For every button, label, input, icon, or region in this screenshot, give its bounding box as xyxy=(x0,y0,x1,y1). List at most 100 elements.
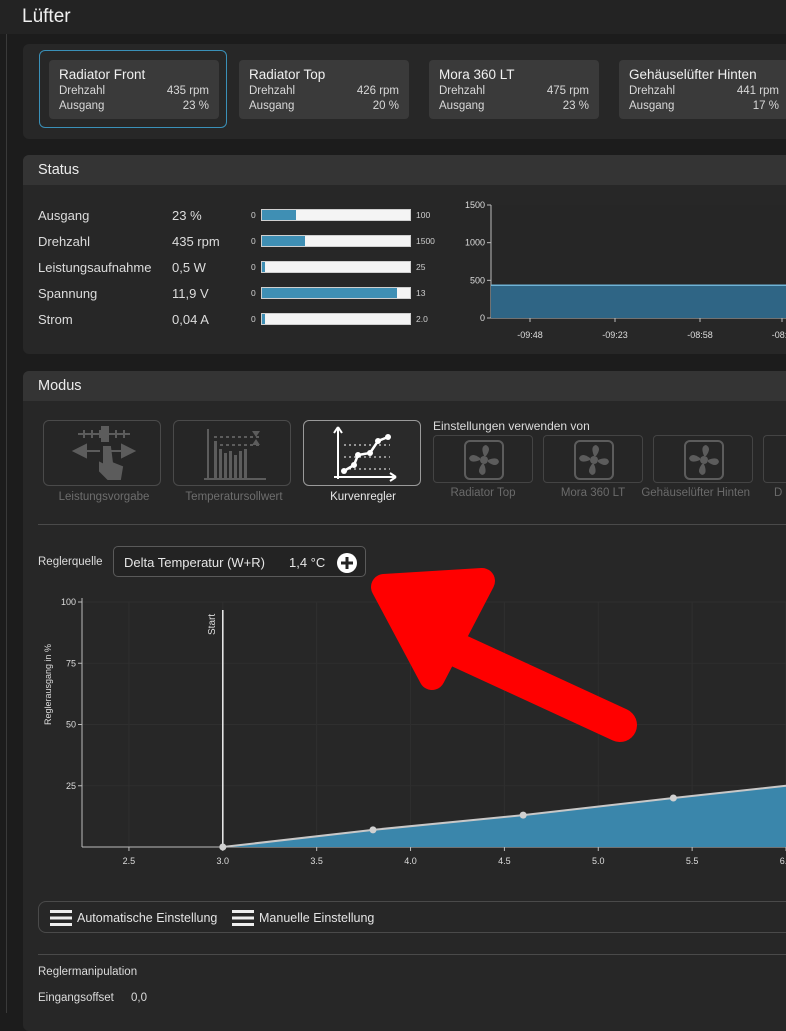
auto-setting-label: Automatische Einstellung xyxy=(77,911,218,925)
x-tick-label: 4.0 xyxy=(404,856,417,866)
source-label-mora-360: Mora 360 LT xyxy=(560,487,626,499)
manipulation-label: Reglermanipulation xyxy=(38,966,138,978)
controller-source-value: 1,4 °C xyxy=(289,555,326,570)
speed-value: 475 rpm xyxy=(546,85,589,97)
mode-label-kurvenregler: Kurvenregler xyxy=(330,491,396,503)
status-value: 23 % xyxy=(172,208,202,223)
speed-value: 435 rpm xyxy=(166,85,209,97)
status-title: Status xyxy=(38,162,80,178)
add-icon[interactable] xyxy=(336,552,358,574)
curve-controller-icon xyxy=(333,426,397,482)
bar-min-label: 0 xyxy=(251,262,256,272)
divider xyxy=(38,524,786,525)
status-header: Status xyxy=(23,155,786,185)
source-button-d[interactable] xyxy=(763,435,786,483)
status-bar xyxy=(261,287,411,299)
status-bar-fill xyxy=(262,210,297,220)
status-bar xyxy=(261,261,411,273)
annotation-arrow xyxy=(371,568,637,742)
input-offset-value[interactable]: 0,0 xyxy=(131,992,147,1004)
controller-source-chip[interactable]: Delta Temperatur (W+R) 1,4 °C xyxy=(113,546,366,577)
fan-name: Radiator Front xyxy=(59,67,146,82)
status-value: 0,04 A xyxy=(172,312,209,327)
status-value: 11,9 V xyxy=(172,286,209,301)
y-axis-label: Reglerausgang in % xyxy=(43,644,53,725)
bar-min-label: 0 xyxy=(251,236,256,246)
speed-value: 441 rpm xyxy=(736,85,779,97)
fan-name: Radiator Top xyxy=(249,67,326,82)
speed-label: Drehzahl xyxy=(59,85,106,97)
output-value: 17 % xyxy=(752,100,779,112)
source-label-gehaeuseluefter: Gehäuselüfter Hinten xyxy=(642,487,750,499)
fan-icon xyxy=(464,440,504,480)
bar-min-label: 0 xyxy=(251,314,256,324)
setpoint-chart-icon xyxy=(204,429,266,480)
source-label-d: D xyxy=(774,487,783,499)
status-label: Strom xyxy=(38,312,73,327)
mode-label-leistungsvorgabe: Leistungsvorgabe xyxy=(58,491,150,503)
y-tick-label: 1500 xyxy=(465,200,485,210)
status-label: Ausgang xyxy=(38,208,90,223)
y-tick-label: 25 xyxy=(66,781,76,791)
fan-card-radiator-front[interactable]: Radiator Front Drehzahl 435 rpm Ausgang 23… xyxy=(49,60,219,119)
mode-button-kurvenregler[interactable] xyxy=(303,420,421,486)
history-area xyxy=(491,285,786,318)
mode-header: Modus xyxy=(23,371,786,401)
output-value: 23 % xyxy=(182,100,209,112)
bar-max-label: 1500 xyxy=(416,236,435,246)
fan-icon xyxy=(684,440,724,480)
mode-button-leistungsvorgabe[interactable] xyxy=(43,420,161,486)
x-tick-label: 3.5 xyxy=(310,856,323,866)
output-label: Ausgang xyxy=(439,100,485,112)
mode-label-temperatursollwert: Temperatursollwert xyxy=(185,491,283,503)
manual-setting-label: Manuelle Einstellung xyxy=(259,911,375,925)
status-label: Leistungsaufnahme xyxy=(38,260,152,275)
fan-card-radiator-top[interactable]: Radiator Top Drehzahl 426 rpm Ausgang 20 % xyxy=(239,60,409,119)
y-tick-label: 50 xyxy=(66,720,76,730)
setting-mode-pill: Automatische Einstellung Manuelle Einste… xyxy=(38,901,786,933)
curve-point[interactable] xyxy=(519,811,527,819)
x-tick-label: -09:23 xyxy=(602,330,628,340)
status-value: 435 rpm xyxy=(172,234,220,249)
controller-source-name: Delta Temperatur (W+R) xyxy=(124,555,265,570)
x-tick-label: 5.5 xyxy=(686,856,699,866)
fan-name: Gehäuselüfter Hinten xyxy=(629,67,757,82)
source-label-radiator-top: Radiator Top xyxy=(450,487,516,499)
y-tick-label: 1000 xyxy=(465,238,485,248)
fan-card-gehaeuseluefter-hinten[interactable]: Gehäuselüfter Hinten Drehzahl 441 rpm Aus… xyxy=(619,60,786,119)
x-tick-label: 5.0 xyxy=(592,856,605,866)
status-value: 0,5 W xyxy=(172,260,206,275)
menu-icon xyxy=(232,910,254,926)
y-tick-label: 0 xyxy=(480,313,485,323)
bar-max-label: 25 xyxy=(416,262,426,272)
title-bar: Lüfter xyxy=(0,0,786,34)
mode-button-temperatursollwert[interactable] xyxy=(173,420,291,486)
rpm-history-chart: 1500 1000 500 0 -09:48 -09:23 -08:58 -08:3 xyxy=(465,200,786,340)
output-label: Ausgang xyxy=(59,100,105,112)
curve-point[interactable] xyxy=(669,794,677,802)
source-button-mora-360[interactable] xyxy=(543,435,643,483)
source-button-radiator-top[interactable] xyxy=(433,435,533,483)
bar-max-label: 100 xyxy=(416,210,431,220)
speed-value: 426 rpm xyxy=(356,85,399,97)
controller-source-label: Reglerquelle xyxy=(38,556,103,568)
start-marker-label: Start xyxy=(207,614,218,635)
menu-icon xyxy=(50,910,72,926)
bar-min-label: 0 xyxy=(251,288,256,298)
bar-max-label: 13 xyxy=(416,288,426,298)
y-tick-label: 100 xyxy=(61,597,76,607)
curve-point[interactable] xyxy=(219,843,227,851)
output-label: Ausgang xyxy=(629,100,675,112)
bar-min-label: 0 xyxy=(251,210,256,220)
divider xyxy=(38,954,786,955)
fan-icon xyxy=(574,440,614,480)
y-tick-label: 500 xyxy=(470,275,485,285)
fan-card-mora-360[interactable]: Mora 360 LT Drehzahl 475 rpm Ausgang 23 % xyxy=(429,60,599,119)
status-bar-fill xyxy=(262,288,398,298)
source-button-gehaeuseluefter[interactable] xyxy=(653,435,753,483)
bar-max-label: 2.0 xyxy=(416,314,428,324)
manual-power-icon xyxy=(71,426,137,480)
x-tick-label: -08:3 xyxy=(772,330,786,340)
status-bar-fill xyxy=(262,314,265,324)
curve-point[interactable] xyxy=(369,826,377,834)
